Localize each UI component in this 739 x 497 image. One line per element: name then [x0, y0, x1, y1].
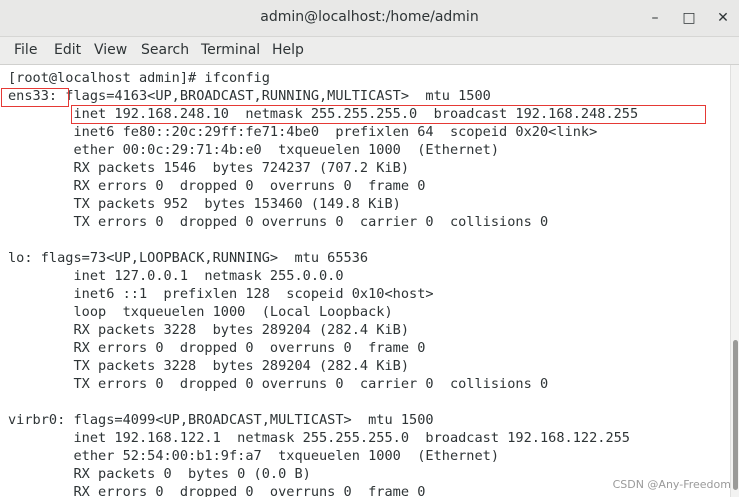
terminal-line: virbr0: flags=4099<UP,BROADCAST,MULTICAS… — [8, 412, 434, 428]
window-title: admin@localhost:/home/admin — [260, 9, 479, 25]
close-icon[interactable]: ✕ — [714, 9, 732, 27]
terminal-line: inet 192.168.122.1 netmask 255.255.255.0… — [8, 430, 630, 446]
menu-search[interactable]: Search — [141, 42, 189, 58]
terminal-line: RX errors 0 dropped 0 overruns 0 frame 0 — [8, 178, 426, 194]
interface-name-highlight — [1, 88, 69, 107]
terminal-line: inet6 ::1 prefixlen 128 scopeid 0x10<hos… — [8, 286, 434, 302]
terminal-line: RX errors 0 dropped 0 overruns 0 frame 0 — [8, 484, 426, 497]
title-bar: admin@localhost:/home/admin – □ ✕ — [0, 0, 739, 37]
terminal-line: RX packets 1546 bytes 724237 (707.2 KiB) — [8, 160, 410, 176]
terminal-line: loop txqueuelen 1000 (Local Loopback) — [8, 304, 393, 320]
terminal-line: TX packets 3228 bytes 289204 (282.4 KiB) — [8, 358, 410, 374]
minimize-icon[interactable]: – — [646, 9, 664, 27]
terminal-line: RX packets 0 bytes 0 (0.0 B) — [8, 466, 311, 482]
watermark: CSDN @Any-Freedom — [612, 478, 731, 491]
menu-file[interactable]: File — [14, 42, 37, 58]
menu-help[interactable]: Help — [272, 42, 304, 58]
terminal-line: RX errors 0 dropped 0 overruns 0 frame 0 — [8, 340, 426, 356]
terminal-line: TX errors 0 dropped 0 overruns 0 carrier… — [8, 376, 549, 392]
maximize-icon[interactable]: □ — [680, 9, 698, 27]
terminal-line: inet6 fe80::20c:29ff:fe71:4be0 prefixlen… — [8, 124, 598, 140]
terminal-line: lo: flags=73<UP,LOOPBACK,RUNNING> mtu 65… — [8, 250, 369, 266]
terminal-output[interactable]: [root@localhost admin]# ifconfig ens33: … — [0, 65, 730, 497]
vertical-scrollbar[interactable] — [730, 65, 739, 497]
menu-view[interactable]: View — [94, 42, 127, 58]
terminal-line: TX errors 0 dropped 0 overruns 0 carrier… — [8, 214, 549, 230]
scrollbar-thumb[interactable] — [733, 340, 738, 490]
menu-terminal[interactable]: Terminal — [201, 42, 260, 58]
terminal-line: [root@localhost admin]# ifconfig — [8, 70, 270, 86]
terminal-line: TX packets 952 bytes 153460 (149.8 KiB) — [8, 196, 401, 212]
terminal-line: ens33: flags=4163<UP,BROADCAST,RUNNING,M… — [8, 88, 491, 104]
terminal-line: ether 00:0c:29:71:4b:e0 txqueuelen 1000 … — [8, 142, 500, 158]
menu-edit[interactable]: Edit — [54, 42, 81, 58]
menu-bar: File Edit View Search Terminal Help — [0, 37, 739, 65]
terminal-line: ether 52:54:00:b1:9f:a7 txqueuelen 1000 … — [8, 448, 500, 464]
inet-address-highlight — [71, 105, 706, 124]
terminal-line: RX packets 3228 bytes 289204 (282.4 KiB) — [8, 322, 410, 338]
terminal-line: inet 127.0.0.1 netmask 255.0.0.0 — [8, 268, 344, 284]
